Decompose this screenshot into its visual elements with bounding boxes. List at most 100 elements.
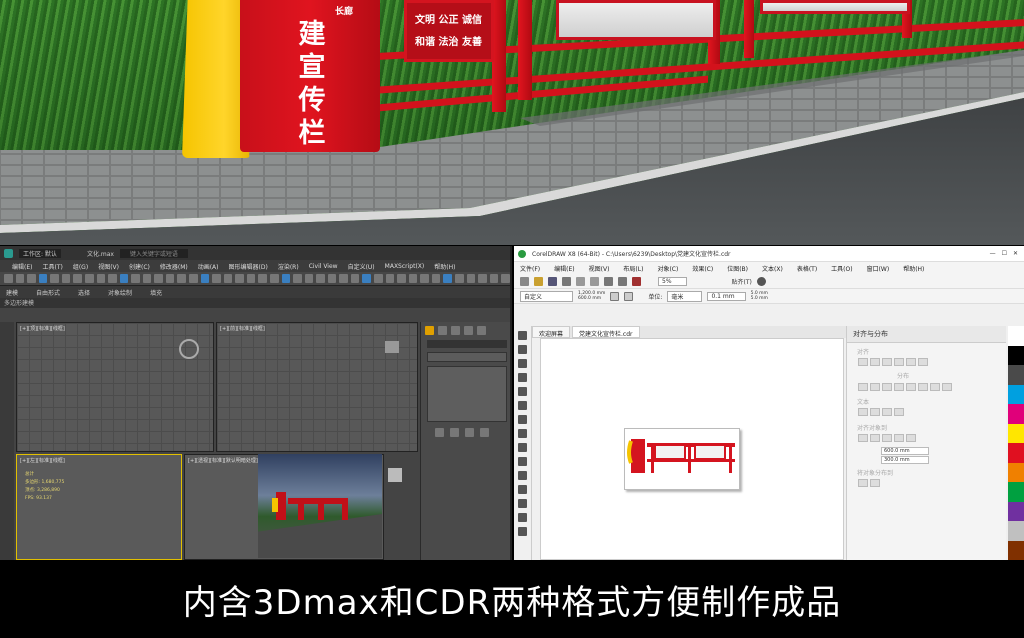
- page-preset-select[interactable]: 自定义: [520, 290, 574, 302]
- max-menu-item-10[interactable]: 自定义(U): [348, 262, 375, 271]
- max-tool-icon[interactable]: [431, 274, 441, 283]
- max-tool-icon[interactable]: [4, 274, 13, 283]
- max-tool-icon[interactable]: [165, 274, 175, 283]
- cdr-tool-icon[interactable]: [518, 513, 527, 522]
- max-menu-item-2[interactable]: 组(G): [73, 262, 88, 271]
- max-tool-icon[interactable]: [246, 274, 256, 283]
- max-tool-icon[interactable]: [489, 274, 499, 283]
- max-tool-icon[interactable]: [15, 274, 25, 283]
- max-menu-item-7[interactable]: 图形编辑器(D): [229, 262, 268, 271]
- max-tool-icon[interactable]: [304, 274, 314, 283]
- cdr-menu-item-7[interactable]: 文本(X): [762, 264, 783, 273]
- cdr-tool-icon[interactable]: [518, 331, 527, 340]
- print-icon[interactable]: [562, 276, 571, 286]
- cdr-menu-item-5[interactable]: 效果(C): [692, 264, 713, 273]
- max-ribbon-tab-0[interactable]: 建模: [6, 288, 18, 297]
- close-icon[interactable]: ✕: [1013, 250, 1018, 257]
- cdr-tool-icon[interactable]: [518, 499, 527, 508]
- max-ribbon-tab-1[interactable]: 自由形式: [36, 288, 60, 297]
- max-tool-icon[interactable]: [478, 274, 487, 283]
- max-tool-icon[interactable]: [269, 274, 279, 283]
- max-tool-icon[interactable]: [362, 274, 371, 283]
- viewcube-icon[interactable]: [388, 468, 402, 482]
- max-tool-icon[interactable]: [293, 274, 302, 283]
- color-palette[interactable]: [1008, 326, 1024, 560]
- dup-y-field[interactable]: 5.0 mm: [751, 296, 768, 301]
- viewport-front[interactable]: [+][前][标准][线框]: [216, 322, 418, 452]
- max-menu-item-1[interactable]: 工具(T): [42, 262, 62, 271]
- unit-select[interactable]: 毫米: [667, 290, 703, 302]
- remove-modifier-icon[interactable]: [480, 428, 489, 437]
- max-tool-icon[interactable]: [420, 274, 429, 283]
- page-height-field[interactable]: 600.0 mm: [578, 296, 605, 301]
- create-tab-icon[interactable]: [425, 326, 434, 335]
- name-field[interactable]: [427, 340, 507, 348]
- docker-x-field[interactable]: 600.0 mm: [881, 447, 929, 455]
- publish-pdf-icon[interactable]: [632, 276, 641, 286]
- max-menu-item-8[interactable]: 渲染(R): [278, 262, 299, 271]
- max-menu-item-5[interactable]: 修改器(M): [160, 262, 188, 271]
- new-icon[interactable]: [520, 276, 529, 286]
- cdr-menu-item-1[interactable]: 编辑(E): [554, 264, 574, 273]
- undo-icon[interactable]: [576, 276, 585, 286]
- max-tool-icon[interactable]: [50, 274, 59, 283]
- drawing-page[interactable]: [624, 428, 740, 490]
- max-workspace-select[interactable]: 工作区: 默认: [19, 248, 61, 258]
- max-menu-item-11[interactable]: MAXScript(X): [385, 263, 425, 270]
- modifier-list[interactable]: [427, 352, 507, 362]
- max-tool-icon[interactable]: [131, 274, 140, 283]
- cdr-menu-item-3[interactable]: 布局(L): [623, 264, 643, 273]
- minimize-icon[interactable]: —: [990, 250, 996, 257]
- max-tool-icon[interactable]: [339, 274, 348, 283]
- stack-buttons[interactable]: [435, 428, 489, 437]
- cdr-menu-item-10[interactable]: 窗口(W): [867, 264, 890, 273]
- cdr-tool-icon[interactable]: [518, 443, 527, 452]
- tab-welcome[interactable]: 欢迎屏幕: [532, 326, 571, 338]
- docker-y-field[interactable]: 300.0 mm: [881, 456, 929, 464]
- max-tool-icon[interactable]: [27, 274, 36, 283]
- max-tool-icon[interactable]: [212, 274, 221, 283]
- nudge-field[interactable]: 0.1 mm: [707, 291, 746, 301]
- open-icon[interactable]: [534, 276, 543, 286]
- viewport-label[interactable]: [+][顶][标准][线框]: [20, 325, 65, 332]
- max-tool-icon[interactable]: [235, 274, 244, 283]
- show-end-result-icon[interactable]: [450, 428, 459, 437]
- cdr-tool-icon[interactable]: [518, 471, 527, 480]
- viewcube-icon[interactable]: [385, 341, 399, 353]
- cdr-menu-item-2[interactable]: 视图(V): [589, 264, 610, 273]
- export-icon[interactable]: [618, 276, 627, 286]
- text-align-buttons[interactable]: [847, 407, 1006, 419]
- viewport-left[interactable]: [+][左][标准][线框] 总计 多边形: 1,680,775 顶点: 3,2…: [16, 454, 182, 560]
- cdr-tool-icon[interactable]: [518, 373, 527, 382]
- cdr-tool-icon[interactable]: [518, 387, 527, 396]
- align-to-buttons[interactable]: [847, 433, 1006, 445]
- cdr-tool-icon[interactable]: [518, 359, 527, 368]
- cdr-tool-icon[interactable]: [518, 457, 527, 466]
- max-tool-icon[interactable]: [96, 274, 106, 283]
- viewport-label[interactable]: [+][前][标准][线框]: [220, 325, 265, 332]
- max-tool-icon[interactable]: [327, 274, 337, 283]
- max-tool-icon[interactable]: [73, 274, 82, 283]
- viewport-top[interactable]: [+][顶][标准][线框]: [16, 322, 214, 452]
- max-tool-icon[interactable]: [258, 274, 267, 283]
- align-buttons[interactable]: [847, 357, 1006, 369]
- redo-icon[interactable]: [590, 276, 599, 286]
- max-tool-icon[interactable]: [200, 274, 210, 283]
- max-menu-item-12[interactable]: 帮助(H): [434, 262, 455, 271]
- max-search-input[interactable]: 键入关键字或短语: [119, 248, 188, 258]
- cmd-tabs[interactable]: [425, 326, 486, 335]
- max-tool-icon[interactable]: [177, 274, 186, 283]
- pin-stack-icon[interactable]: [435, 428, 444, 437]
- hierarchy-tab-icon[interactable]: [451, 326, 460, 335]
- max-tool-icon[interactable]: [454, 274, 464, 283]
- max-tool-icon[interactable]: [223, 274, 233, 283]
- max-tool-icon[interactable]: [119, 274, 129, 283]
- max-tool-icon[interactable]: [385, 274, 395, 283]
- cdr-menu-item-9[interactable]: 工具(O): [831, 264, 852, 273]
- motion-tab-icon[interactable]: [464, 326, 473, 335]
- cdr-tool-icon[interactable]: [518, 527, 527, 536]
- max-tool-icon[interactable]: [38, 274, 48, 283]
- max-ribbon-tab-3[interactable]: 对象绘制: [108, 288, 132, 297]
- distribute-buttons[interactable]: [847, 382, 1006, 394]
- max-menu-item-0[interactable]: 编辑(E): [12, 262, 32, 271]
